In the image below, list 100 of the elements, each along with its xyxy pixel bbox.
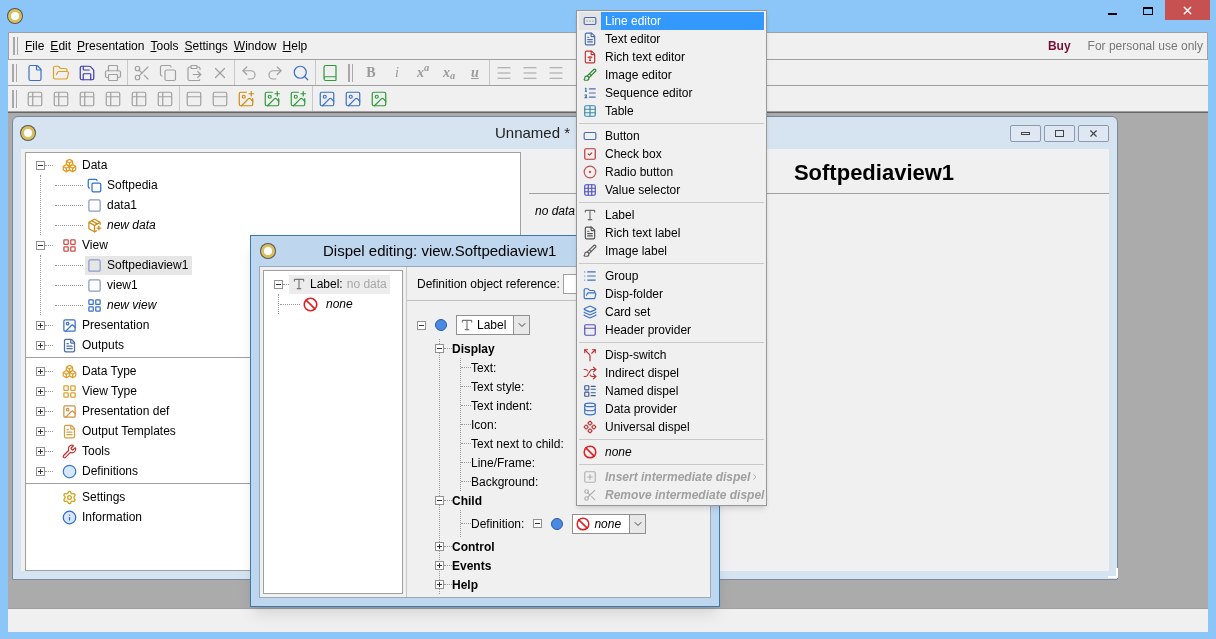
tree-item[interactable]: Output Templates [60, 421, 180, 441]
expand-toggle[interactable] [36, 366, 45, 376]
gear-icon [62, 489, 77, 505]
tree-item[interactable]: new view [85, 295, 161, 315]
collapse-toggle[interactable] [36, 240, 45, 250]
menu-item[interactable]: none [579, 443, 764, 461]
menu-item[interactable]: Disp-switch [579, 346, 764, 364]
toolbar-grip[interactable] [348, 63, 353, 82]
menu-item[interactable]: Check box [579, 145, 764, 163]
minimize-button[interactable] [1010, 124, 1041, 142]
menu-bar-item[interactable]: File [22, 37, 48, 55]
tree-item[interactable]: Definitions [60, 461, 143, 481]
tree-item[interactable]: Data Type [60, 361, 141, 381]
picture-icon[interactable] [344, 89, 362, 108]
menu-bar-item[interactable]: Presentation [74, 37, 148, 55]
picture-icon[interactable] [370, 89, 388, 108]
menu-item[interactable]: Disp-folder [579, 285, 764, 303]
blocks-icon [62, 363, 77, 379]
tree-item[interactable]: Presentation def [60, 401, 174, 421]
expand-toggle[interactable] [435, 580, 444, 589]
tree-item[interactable]: Softpedia [85, 175, 162, 195]
menu-item[interactable]: Rich text editor [579, 48, 764, 66]
toolbar-grip[interactable] [12, 63, 17, 82]
menu-item[interactable]: Image label [579, 242, 764, 260]
checkbox-icon [583, 147, 597, 161]
expand-toggle[interactable] [36, 340, 45, 350]
menu-item[interactable]: Label [579, 206, 764, 224]
tree-item[interactable]: Softpediaview1 [85, 255, 193, 275]
menu-bar-item[interactable]: Edit [47, 37, 75, 55]
menu-item[interactable]: Group [579, 267, 764, 285]
expand-toggle[interactable] [435, 561, 444, 570]
app-icon [261, 244, 275, 258]
expand-toggle[interactable] [36, 466, 45, 476]
restore-button[interactable] [1044, 124, 1075, 142]
tree-item[interactable]: view1 [85, 275, 142, 295]
buy-link[interactable]: Buy [1047, 37, 1071, 55]
menu-item[interactable]: Rich text label [579, 224, 764, 242]
window-title: Unnamed * [495, 122, 571, 143]
text-icon [292, 277, 306, 291]
type-dropdown[interactable]: Label [456, 315, 531, 335]
blocks-icon [87, 217, 102, 233]
book-icon[interactable] [321, 63, 339, 82]
menu-item[interactable]: Text editor [579, 30, 764, 48]
tree-item[interactable]: Outputs [60, 335, 129, 355]
tree-item[interactable]: Data [60, 155, 112, 175]
menu-item[interactable]: Header provider [579, 321, 764, 339]
expand-toggle[interactable] [36, 426, 45, 436]
menu-item[interactable]: Button [579, 127, 764, 145]
tools-icon [62, 443, 77, 459]
tree-item[interactable]: Presentation [60, 315, 154, 335]
tree-item[interactable]: data1 [85, 195, 142, 215]
menu-item[interactable]: Image editor [579, 66, 764, 84]
folder-icon[interactable] [52, 63, 70, 82]
definition-dropdown[interactable]: none [572, 513, 647, 534]
menu-bar-item[interactable]: Tools [147, 37, 182, 55]
collapse-toggle[interactable] [417, 320, 426, 330]
menu-item[interactable]: Value selector [579, 181, 764, 199]
picture-icon[interactable] [289, 89, 307, 108]
expand-toggle[interactable] [435, 542, 444, 551]
toolbar-grip[interactable] [13, 37, 18, 55]
menu-item[interactable]: Sequence editor [579, 84, 764, 102]
expand-toggle[interactable] [36, 386, 45, 396]
expand-toggle[interactable] [36, 320, 45, 330]
brush-icon [583, 68, 597, 82]
menu-item[interactable]: Data provider [579, 400, 764, 418]
toolbar-grip[interactable] [12, 89, 17, 108]
tree-item[interactable]: Tools [60, 441, 114, 461]
menu-bar-item[interactable]: Help [279, 37, 311, 55]
tree-item[interactable]: Information [60, 507, 147, 527]
resize-grip[interactable] [1108, 568, 1118, 578]
picture-icon[interactable] [318, 89, 336, 108]
tree-item[interactable]: Settings [60, 487, 130, 507]
search-icon[interactable] [292, 63, 310, 82]
collapse-toggle[interactable] [435, 344, 444, 353]
picture-icon[interactable] [237, 89, 255, 108]
collapse-toggle[interactable] [274, 279, 283, 289]
collapse-toggle[interactable] [435, 496, 444, 505]
tree-item[interactable]: View [60, 235, 112, 255]
menu-item[interactable]: Universal dispel [579, 418, 764, 436]
tree-item[interactable]: View Type [60, 381, 141, 401]
document-icon[interactable] [26, 63, 44, 82]
tree-item[interactable]: Label: no data [289, 274, 390, 294]
menu-bar-item[interactable]: Settings [181, 37, 231, 55]
tree-item[interactable]: none [326, 295, 353, 313]
panel-icon [583, 323, 597, 337]
expand-toggle[interactable] [36, 406, 45, 416]
collapse-toggle[interactable] [36, 160, 45, 170]
square-icon [87, 277, 102, 293]
property-label: Text: [471, 359, 497, 377]
picture-icon[interactable] [263, 89, 281, 108]
tree-item[interactable]: new data [85, 215, 160, 235]
menu-item[interactable]: Radio button [579, 163, 764, 181]
expand-toggle[interactable] [36, 446, 45, 456]
menu-item[interactable]: Indirect dispel [579, 364, 764, 382]
menu-item[interactable]: Named dispel [579, 382, 764, 400]
button-icon [583, 129, 597, 143]
menu-bar-item[interactable]: Window [230, 37, 280, 55]
menu-item[interactable]: Table [579, 102, 764, 120]
menu-item[interactable]: Card set [579, 303, 764, 321]
collapse-toggle[interactable] [533, 519, 543, 528]
